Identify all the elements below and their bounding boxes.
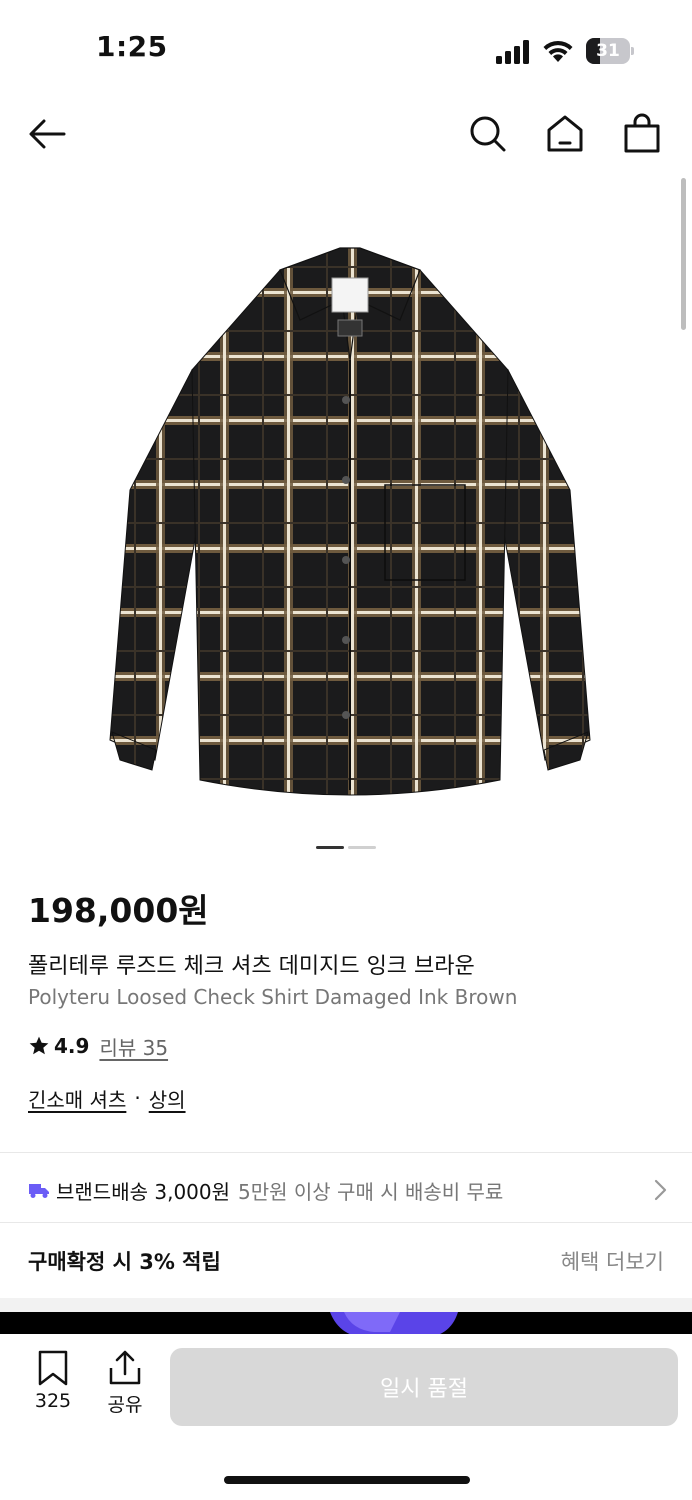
carousel-dot[interactable] <box>348 846 376 849</box>
home-indicator[interactable] <box>224 1476 470 1484</box>
category-separator: · <box>134 1086 141 1110</box>
status-bar: 1:25 31 <box>0 0 692 100</box>
search-icon[interactable] <box>466 112 510 156</box>
home-icon[interactable] <box>543 112 587 156</box>
points-reward-label: 구매확정 시 3% 적립 <box>28 1250 221 1274</box>
battery-indicator: 31 <box>586 38 634 64</box>
rating-row: 4.9 리뷰 35 <box>28 1032 168 1060</box>
cellular-signal-icon <box>496 40 529 64</box>
star-icon <box>29 1036 49 1055</box>
shipping-fee-label: 브랜드배송 3,000원 <box>56 1179 231 1204</box>
wifi-icon <box>543 40 573 62</box>
status-time: 1:25 <box>96 30 168 63</box>
section-separator <box>0 1298 692 1312</box>
bookmark-button[interactable]: 325 <box>26 1350 80 1420</box>
product-image[interactable] <box>100 240 600 810</box>
category-link-tops[interactable]: 상의 <box>149 1084 186 1113</box>
category-breadcrumb: 긴소매 셔츠 · 상의 <box>28 1084 186 1112</box>
share-icon <box>109 1350 141 1385</box>
more-benefits-link[interactable]: 혜택 더보기 <box>561 1246 664 1276</box>
shopping-bag-icon[interactable] <box>620 112 664 156</box>
carousel-dot-active[interactable] <box>316 846 344 849</box>
points-reward-row: 구매확정 시 3% 적립 혜택 더보기 <box>28 1244 664 1276</box>
product-title-english: Polyteru Loosed Check Shirt Damaged Ink … <box>28 985 518 1009</box>
image-carousel-indicator <box>316 846 376 850</box>
category-link-long-sleeve-shirts[interactable]: 긴소매 셔츠 <box>28 1084 126 1113</box>
free-shipping-note: 5만원 이상 구매 시 배송비 무료 <box>238 1179 504 1204</box>
share-button[interactable]: 공유 <box>98 1350 152 1420</box>
share-label: 공유 <box>107 1394 143 1416</box>
scroll-indicator <box>681 178 686 330</box>
rating-value: 4.9 <box>54 1034 90 1058</box>
back-arrow-icon[interactable] <box>26 112 70 156</box>
divider <box>0 1222 692 1223</box>
shipping-info-row[interactable]: 브랜드배송 3,000원 5만원 이상 구매 시 배송비 무료 <box>28 1172 668 1208</box>
review-count-link[interactable]: 리뷰 35 <box>99 1032 168 1061</box>
sold-out-button[interactable]: 일시 품절 <box>170 1348 678 1426</box>
product-price: 198,000원 <box>28 891 209 930</box>
divider <box>0 1152 692 1153</box>
bookmark-count: 325 <box>34 1390 72 1412</box>
bookmark-icon <box>38 1350 68 1386</box>
truck-icon <box>29 1184 49 1198</box>
product-title-korean: 폴리테루 루즈드 체크 셔츠 데미지드 잉크 브라운 <box>28 954 475 979</box>
chevron-right-icon[interactable] <box>652 1178 668 1202</box>
battery-level: 31 <box>596 41 620 61</box>
top-nav-bar <box>0 100 692 170</box>
